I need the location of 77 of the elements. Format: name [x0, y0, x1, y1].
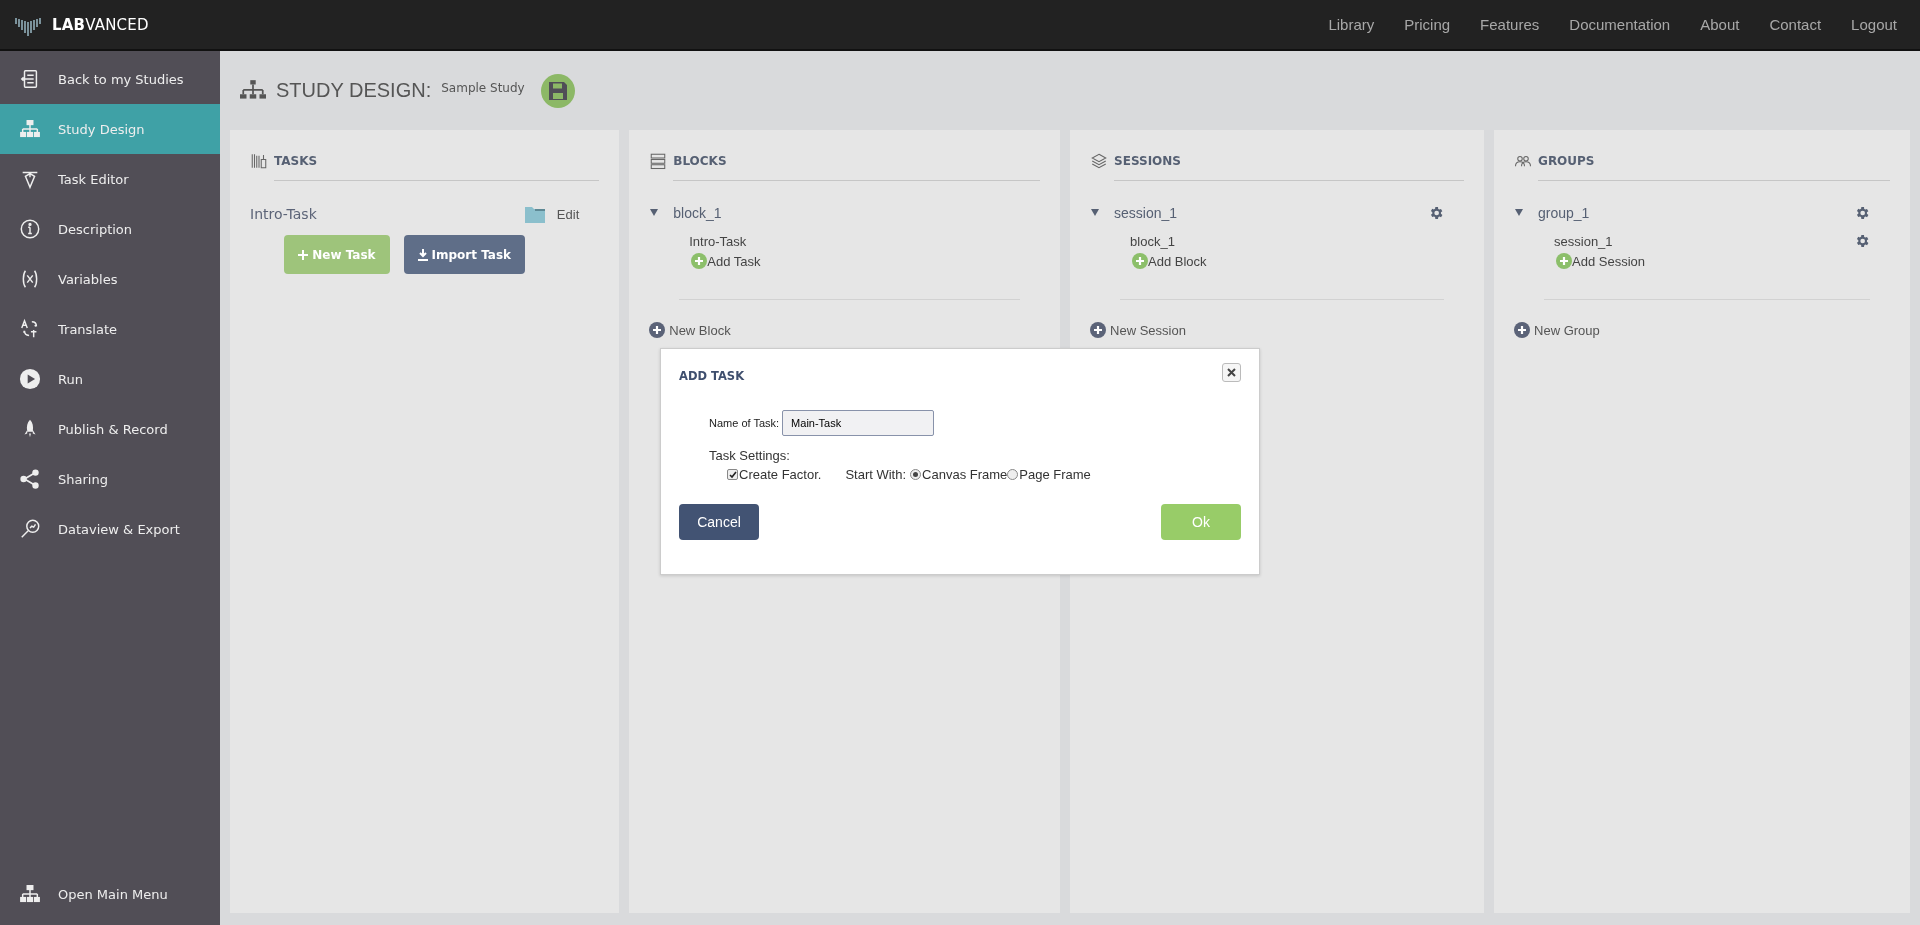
task-name[interactable]: Intro-Task [250, 206, 317, 222]
tree-node[interactable]: block_1 [673, 205, 722, 221]
page-title: STUDY DESIGN: [276, 79, 432, 102]
sidebar-item[interactable]: Run [0, 354, 220, 404]
nav-link[interactable]: About [1685, 16, 1755, 33]
settings-icon[interactable] [1428, 205, 1445, 221]
save-button[interactable] [540, 73, 575, 108]
sidebar-item[interactable]: Variables [0, 254, 220, 304]
column-title: GROUPS [1538, 154, 1595, 168]
hierarchy-icon [240, 79, 266, 102]
download-icon [417, 248, 428, 261]
info-icon [19, 218, 41, 240]
study-name: Sample Study [441, 80, 525, 95]
add-icon [649, 322, 666, 338]
add-icon [691, 253, 708, 269]
add-icon [1132, 253, 1149, 269]
expanded-caret-icon[interactable] [1090, 206, 1101, 217]
expanded-caret-icon[interactable] [1514, 206, 1525, 217]
radio-option[interactable]: Page Frame [1007, 467, 1091, 482]
sidebar-item[interactable]: Sharing [0, 454, 220, 504]
add-link[interactable]: Add Task [691, 253, 1041, 269]
checkmark-icon [728, 470, 737, 479]
close-button[interactable] [1222, 363, 1241, 382]
new-link[interactable]: New Group [1514, 322, 1890, 338]
edit-link[interactable]: Edit [556, 206, 580, 222]
new-link[interactable]: New Block [649, 322, 1041, 338]
sidebar-item[interactable]: Publish & Record [0, 404, 220, 454]
radio-option[interactable]: Canvas Frame [910, 467, 1008, 482]
add-link[interactable]: Add Block [1132, 253, 1465, 269]
create-factor-checkbox[interactable]: Create Factor. [727, 467, 822, 482]
play-icon [19, 368, 41, 390]
add-icon [1556, 253, 1573, 269]
magnifier-chart-icon [19, 518, 41, 540]
settings-label: Task Settings: [709, 448, 791, 463]
sidebar-item[interactable]: Task Editor [0, 154, 220, 204]
settings-icon[interactable] [1854, 233, 1870, 249]
hierarchy-icon [19, 118, 41, 140]
column-title: BLOCKS [673, 154, 727, 168]
tree-node[interactable]: group_1 [1538, 205, 1590, 221]
new-link[interactable]: New Session [1090, 322, 1465, 338]
stacked-blocks-icon [649, 152, 668, 170]
task-name-input[interactable]: Main-Task [782, 410, 935, 436]
nav-link[interactable]: Pricing [1389, 16, 1466, 33]
share-icon [19, 468, 41, 490]
field-label: Name of Task: [709, 417, 780, 429]
nav-link[interactable]: Logout [1836, 16, 1912, 33]
add-icon [1090, 322, 1107, 338]
tree-node[interactable]: session_1 [1114, 205, 1178, 221]
column-title: TASKS [274, 154, 318, 168]
expanded-caret-icon[interactable] [649, 206, 660, 217]
nav-link[interactable]: Library [1313, 16, 1390, 33]
sidebar-item[interactable]: Open Main Menu [0, 869, 220, 919]
sidebar-item[interactable]: Translate [0, 304, 220, 354]
import-task-button[interactable]: Import Task [403, 235, 526, 274]
add-link[interactable]: Add Session [1556, 253, 1890, 269]
tree-child[interactable]: block_1 [1130, 233, 1175, 249]
nav-link[interactable]: Features [1465, 16, 1555, 33]
close-icon [1227, 368, 1236, 377]
nav-link[interactable]: Contact [1754, 16, 1837, 33]
add-icon [1514, 322, 1531, 338]
start-with-label: Start With: [845, 467, 907, 482]
layers-icon [1090, 152, 1109, 170]
tree-child[interactable]: session_1 [1554, 233, 1613, 249]
sidebar-item[interactable]: Description [0, 204, 220, 254]
settings-icon[interactable] [1854, 205, 1870, 221]
nav-link[interactable]: Documentation [1554, 16, 1686, 33]
tools-icon [250, 152, 268, 170]
cancel-button[interactable]: Cancel [679, 504, 759, 540]
tree-child[interactable]: Intro-Task [689, 233, 747, 249]
column-title: SESSIONS [1114, 154, 1181, 168]
plus-icon [298, 249, 309, 260]
sidebar-item[interactable]: Back to my Studies [0, 54, 220, 104]
dialog-title: ADD TASK [679, 369, 745, 383]
sidebar-item[interactable]: Dataview & Export [0, 504, 220, 554]
hierarchy-icon [19, 883, 41, 905]
brand-name: LABVANCED [52, 15, 149, 34]
folder-icon [524, 205, 545, 223]
